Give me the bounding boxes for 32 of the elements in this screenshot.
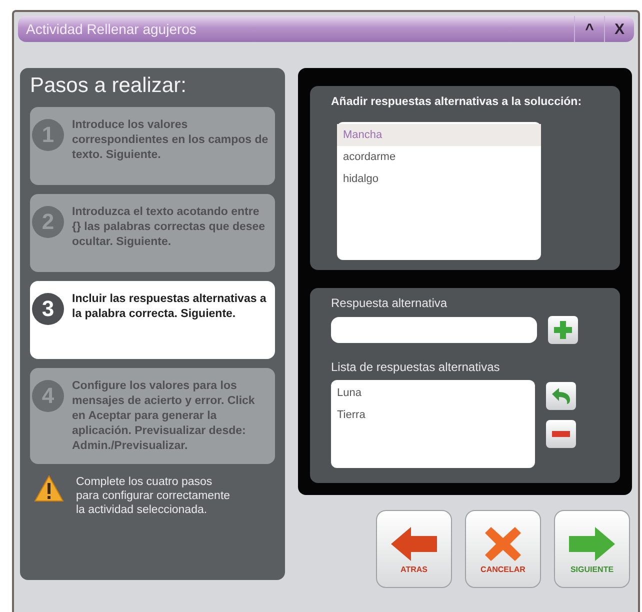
add-button[interactable] bbox=[548, 316, 578, 344]
minus-icon bbox=[552, 431, 570, 437]
step-number: 3 bbox=[32, 293, 64, 325]
arrow-left-icon bbox=[389, 524, 439, 562]
close-button[interactable]: X bbox=[604, 16, 634, 42]
plus-icon bbox=[554, 321, 572, 339]
list-label: Lista de respuestas alternativas bbox=[331, 360, 501, 374]
step-text: Introduzca el texto acotando entre {} las palabras correctas que desee ocultar. Siguiente. bbox=[72, 205, 266, 250]
answer-field[interactable] bbox=[331, 317, 537, 343]
step-text: Incluir las respuestas alternativas a la palabra correcta. Siguiente. bbox=[72, 292, 268, 322]
list-item[interactable]: Tierra bbox=[331, 404, 535, 426]
list-item[interactable]: Luna bbox=[331, 382, 535, 404]
steps-heading: Pasos a realizar: bbox=[30, 74, 188, 98]
solution-list[interactable]: Mancha acordarme hidalgo bbox=[337, 122, 541, 260]
remove-button[interactable] bbox=[546, 420, 576, 448]
list-item[interactable]: hidalgo bbox=[337, 168, 541, 190]
field-label: Respuesta alternativa bbox=[331, 296, 448, 310]
warning-text: Complete los cuatro pasos para configurar correctamente la actividad seleccionada. bbox=[76, 475, 232, 517]
list-item[interactable]: acordarme bbox=[337, 146, 541, 168]
cancel-button[interactable]: CANCELAR bbox=[465, 510, 541, 588]
answers-list[interactable]: Luna Tierra bbox=[331, 380, 535, 468]
warning-icon bbox=[34, 475, 64, 502]
minimize-button[interactable]: ^ bbox=[574, 16, 604, 42]
back-button[interactable]: ATRAS bbox=[376, 510, 452, 588]
step-text: Introduce los valores correspondientes en los campos de texto. Siguiente. bbox=[72, 118, 269, 163]
window-title: Actividad Rellenar agujeros bbox=[26, 21, 198, 37]
cross-icon bbox=[483, 524, 523, 562]
arrow-right-icon bbox=[567, 524, 617, 562]
solution-heading: Añadir respuestas alternativas a la solucción: bbox=[331, 96, 583, 108]
undo-icon bbox=[551, 387, 571, 405]
step-text: Configure los valores para los mensajes de acierto y error. Click en Aceptar para generar la aplicación. Previsualizar desde: Admin./Previsualizar. bbox=[72, 379, 256, 454]
undo-button[interactable] bbox=[546, 382, 576, 410]
